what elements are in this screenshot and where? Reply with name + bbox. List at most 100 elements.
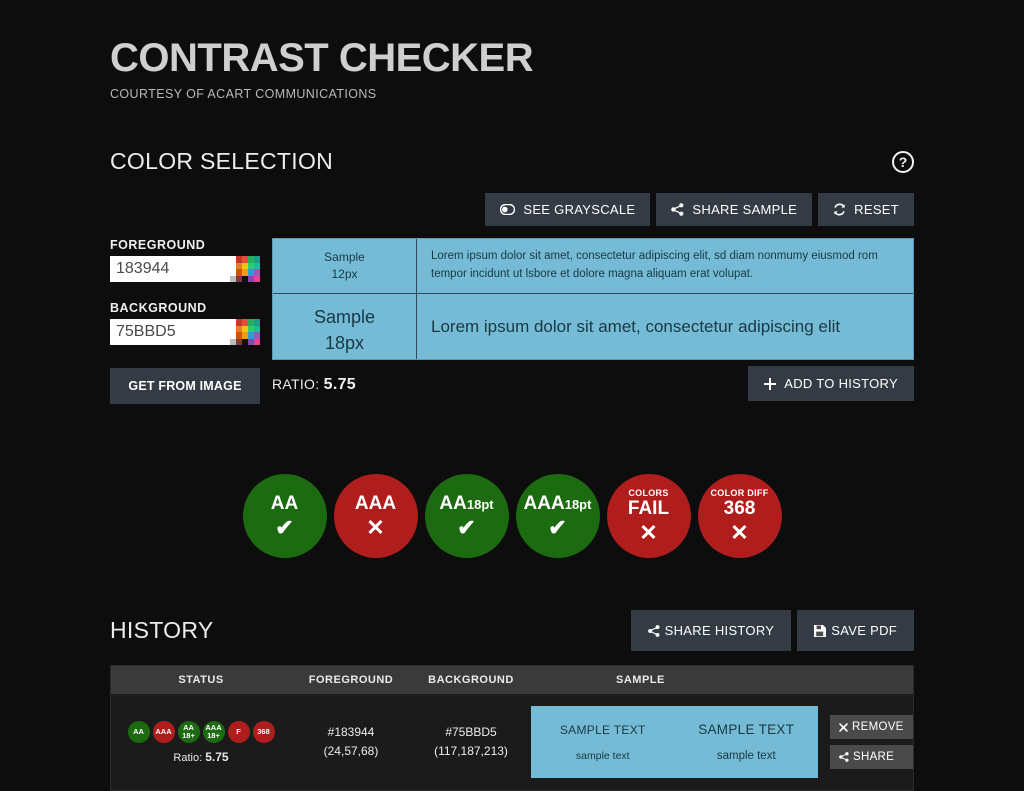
check-icon: ✔	[457, 514, 476, 540]
preview-body-big-cell: Lorem ipsum dolor sit amet, consectetur …	[417, 294, 913, 359]
row-sample-left-small: sample text	[575, 749, 630, 762]
history-actions: SHARE HISTORY SAVE PDF	[630, 610, 914, 651]
share-row-button[interactable]: SHARE	[830, 745, 913, 769]
row-sample-right-small: sample text	[716, 750, 776, 762]
row-ratio-value: 5.75	[205, 749, 229, 764]
toggle-icon	[500, 204, 516, 215]
share-row-label: SHARE	[853, 751, 895, 763]
ratio-row: RATIO: 5.75 ADD TO HISTORY	[110, 366, 914, 404]
row-actions-cell: REMOVE SHARE	[818, 715, 913, 769]
preview-body-small-cell: Lorem ipsum dolor sit amet, consectetur …	[417, 239, 913, 294]
mini-badge-color-diff[interactable]: 368	[252, 720, 275, 743]
row-sample-right: SAMPLE TEXT sample text	[675, 710, 819, 774]
color-selection-toolbar: SEE GRAYSCALE SHARE SAMPLE RESET	[110, 193, 914, 226]
row-sample-cell: SAMPLE TEXT sample text SAMPLE TEXT samp…	[531, 706, 818, 778]
badge-aaa-18pt-label: AAA18pt	[523, 492, 592, 514]
row-ratio-label: Ratio:	[173, 751, 203, 764]
background-field-row	[110, 319, 260, 345]
preview-label-12: Sample 12px	[273, 239, 416, 294]
mini-badge-aa-18[interactable]: AA 18+	[177, 720, 200, 743]
plus-icon	[764, 377, 777, 390]
close-icon	[839, 722, 848, 732]
color-selection-header: COLOR SELECTION ?	[110, 148, 914, 175]
row-sample-right-big: SAMPLE TEXT	[698, 722, 795, 737]
row-background-cell: #75BBD5 (117,187,213)	[411, 723, 531, 761]
share-history-button[interactable]: SHARE HISTORY	[630, 610, 792, 651]
preview-right-column: Lorem ipsum dolor sit amet, consectetur …	[417, 239, 913, 359]
row-foreground-rgb: (24,57,68)	[323, 744, 379, 758]
foreground-input[interactable]	[110, 256, 230, 282]
page-subtitle: COURTESY OF ACART COMMUNICATIONS	[110, 87, 377, 101]
background-label: BACKGROUND	[110, 301, 207, 315]
help-icon[interactable]: ?	[892, 150, 914, 173]
preview-label-18: Sample 18px	[273, 294, 416, 366]
foreground-label: FOREGROUND	[110, 238, 206, 252]
badge-color-diff-label: 368	[723, 498, 756, 519]
table-row: AA AAA AA 18+ AAA 18+ F 368 Ratio: 5.75 #1…	[111, 694, 913, 790]
badge-aa-18pt-label: AA18pt	[439, 492, 494, 514]
reset-label: RESET	[854, 202, 899, 217]
remove-button[interactable]: REMOVE	[830, 715, 913, 739]
mini-badge-aaa-18[interactable]: AAA 18+	[202, 720, 225, 743]
preview-body-big: Lorem ipsum dolor sit amet, consectetur …	[431, 316, 841, 336]
column-header-sample: SAMPLE	[616, 674, 665, 686]
badge-aaa-18pt[interactable]: AAA18pt ✔	[515, 474, 600, 558]
history-table-header: STATUS FOREGROUND BACKGROUND SAMPLE	[111, 666, 913, 694]
section-title-history: HISTORY	[110, 617, 214, 643]
preview-big-size: 18px	[324, 333, 365, 354]
preview-small-size: 12px	[331, 267, 358, 281]
preview-small-title: Sample	[324, 249, 365, 264]
row-foreground-cell: #183944 (24,57,68)	[291, 723, 411, 761]
add-to-history-label: ADD TO HISTORY	[784, 376, 898, 391]
preview-left-column: Sample 12px Sample 18px	[273, 239, 417, 359]
foreground-field-row	[110, 256, 260, 282]
share-icon	[671, 203, 684, 216]
share-sample-button[interactable]: SHARE SAMPLE	[656, 193, 813, 226]
contrast-ratio: RATIO: 5.75	[272, 376, 356, 394]
row-foreground-hex: #183944	[327, 724, 375, 739]
history-header: HISTORY SHARE HISTORY SAVE PDF	[110, 610, 914, 651]
share-history-label: SHARE HISTORY	[664, 623, 775, 638]
save-icon	[814, 624, 827, 637]
badge-colors[interactable]: COLORS FAIL ✕	[606, 474, 691, 558]
refresh-icon	[833, 203, 846, 216]
badge-color-diff[interactable]: COLOR DIFF 368 ✕	[697, 474, 782, 558]
share-icon	[647, 624, 660, 637]
row-ratio: Ratio: 5.75	[173, 750, 228, 764]
badge-colors-kicker: COLORS	[628, 488, 669, 498]
check-icon: ✔	[275, 514, 294, 540]
row-status-cell: AA AAA AA 18+ AAA 18+ F 368 Ratio: 5.75	[111, 720, 291, 764]
badge-aa[interactable]: AA ✔	[242, 474, 327, 558]
see-grayscale-button[interactable]: SEE GRAYSCALE	[485, 193, 651, 226]
row-background-hex: #75BBD5	[445, 724, 497, 739]
row-sample-left: SAMPLE TEXT sample text	[531, 711, 675, 774]
history-table: STATUS FOREGROUND BACKGROUND SAMPLE AA A…	[110, 665, 914, 791]
background-input[interactable]	[110, 319, 230, 345]
ratio-label: RATIO:	[272, 376, 320, 392]
foreground-color-picker-swatch[interactable]	[230, 256, 260, 282]
add-to-history-button[interactable]: ADD TO HISTORY	[748, 366, 914, 401]
badge-colors-label: FAIL	[627, 498, 670, 519]
app-root: CONTRAST CHECKER COURTESY OF ACART COMMU…	[0, 0, 1024, 791]
ratio-value: 5.75	[323, 376, 356, 393]
badge-aa-18pt[interactable]: AA18pt ✔	[424, 474, 509, 558]
sample-preview-panel: Sample 12px Sample 18px Lorem ipsum dolo…	[272, 238, 914, 360]
mini-badge-group: AA AAA AA 18+ AAA 18+ F 368	[127, 720, 275, 743]
mini-badge-aa[interactable]: AA	[127, 720, 150, 743]
cross-icon: ✕	[730, 520, 749, 545]
save-pdf-label: SAVE PDF	[831, 623, 897, 638]
row-background-rgb: (117,187,213)	[434, 744, 508, 758]
mini-badge-fail[interactable]: F	[227, 720, 250, 743]
background-color-picker-swatch[interactable]	[230, 319, 260, 345]
mini-badge-aaa[interactable]: AAA	[152, 720, 175, 743]
badge-aaa[interactable]: AAA ✕	[333, 474, 418, 558]
save-pdf-button[interactable]: SAVE PDF	[797, 610, 914, 651]
share-sample-label: SHARE SAMPLE	[692, 202, 798, 217]
section-title-color-selection: COLOR SELECTION	[110, 148, 334, 174]
check-icon: ✔	[548, 514, 567, 540]
remove-label: REMOVE	[852, 721, 904, 733]
reset-button[interactable]: RESET	[818, 193, 914, 226]
column-header-foreground: FOREGROUND	[308, 674, 394, 686]
column-header-background: BACKGROUND	[428, 674, 514, 686]
cross-icon: ✕	[366, 514, 385, 540]
